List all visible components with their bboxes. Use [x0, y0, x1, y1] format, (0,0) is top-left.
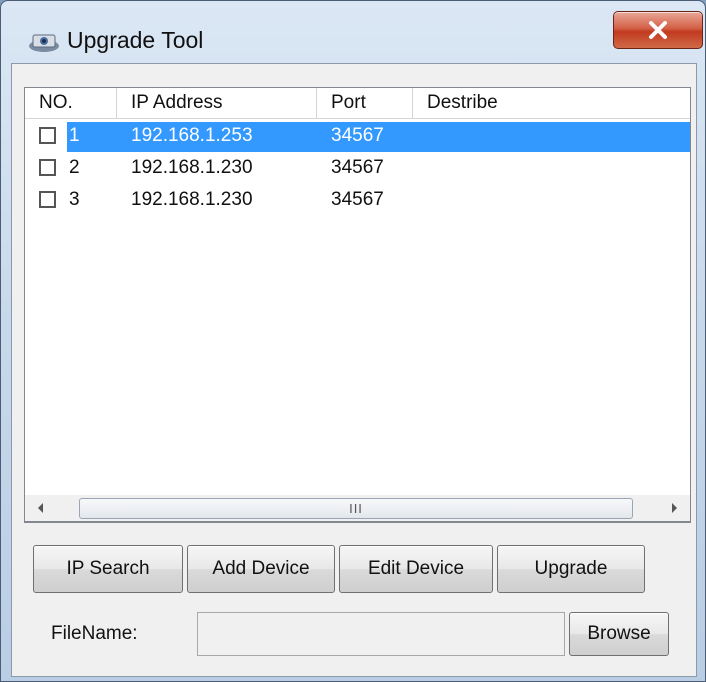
column-header-port[interactable]: Port [317, 88, 413, 118]
close-icon [649, 21, 667, 39]
title-bar[interactable]: Upgrade Tool [1, 1, 705, 63]
edit-device-button[interactable]: Edit Device [339, 545, 493, 593]
row-checkbox[interactable] [39, 159, 56, 176]
column-header-no[interactable]: NO. [25, 88, 117, 118]
row-ip-address: 192.168.1.230 [131, 157, 253, 178]
row-port: 34567 [331, 189, 384, 210]
close-button[interactable] [613, 11, 703, 49]
table-row[interactable]: 3 192.168.1.230 34567 [25, 184, 690, 216]
table-row[interactable]: 2 192.168.1.230 34567 [25, 152, 690, 184]
upgrade-tool-window: Upgrade Tool NO. IP Address Port Destrib… [0, 0, 706, 682]
row-checkbox[interactable] [39, 127, 56, 144]
horizontal-scrollbar[interactable]: III [24, 495, 691, 522]
upgrade-button[interactable]: Upgrade [497, 545, 645, 593]
row-port: 34567 [331, 157, 384, 178]
table-row[interactable]: 1 192.168.1.253 34567 [25, 120, 690, 152]
window-title: Upgrade Tool [67, 27, 204, 53]
scroll-left-button[interactable] [29, 495, 53, 521]
scroll-right-button[interactable] [662, 495, 686, 521]
row-port: 34567 [331, 125, 384, 146]
row-ip-address: 192.168.1.253 [131, 125, 253, 146]
filename-field[interactable] [197, 612, 565, 656]
column-header-ip-address[interactable]: IP Address [117, 88, 317, 118]
row-checkbox[interactable] [39, 191, 56, 208]
row-number: 1 [69, 125, 80, 146]
browse-button[interactable]: Browse [569, 612, 669, 656]
row-number: 2 [69, 157, 80, 178]
chevron-left-icon [38, 503, 43, 513]
scroll-grip: III [349, 501, 363, 516]
add-device-button[interactable]: Add Device [187, 545, 335, 593]
device-list[interactable]: NO. IP Address Port Destribe 1 192.168.1… [24, 87, 691, 523]
scrollbar-thumb[interactable]: III [79, 498, 633, 519]
chevron-right-icon [672, 503, 677, 513]
row-number: 3 [69, 189, 80, 210]
filename-label: FileName: [51, 623, 138, 644]
list-header: NO. IP Address Port Destribe [25, 88, 690, 119]
row-ip-address: 192.168.1.230 [131, 189, 253, 210]
camera-icon [29, 34, 59, 52]
ip-search-button[interactable]: IP Search [33, 545, 183, 593]
column-header-describe[interactable]: Destribe [413, 88, 690, 118]
